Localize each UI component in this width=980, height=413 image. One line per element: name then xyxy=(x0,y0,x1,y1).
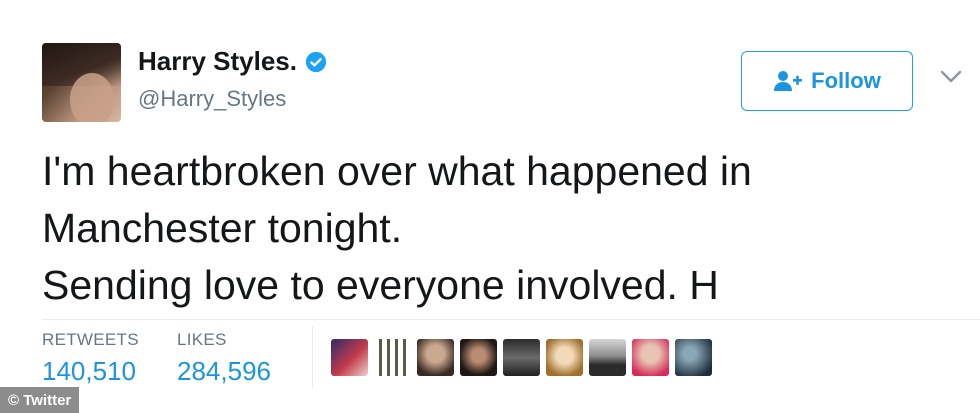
avatar[interactable] xyxy=(42,43,121,122)
chevron-down-icon[interactable] xyxy=(940,70,962,84)
liker-avatar[interactable] xyxy=(632,339,669,376)
retweets-count: 140,510 xyxy=(42,356,136,386)
add-person-icon xyxy=(774,71,803,91)
liker-avatar[interactable] xyxy=(589,339,626,376)
liker-avatar[interactable] xyxy=(460,339,497,376)
liker-avatar[interactable] xyxy=(675,339,712,376)
liker-avatar[interactable] xyxy=(546,339,583,376)
image-credit: © Twitter xyxy=(0,387,80,413)
likes-stat[interactable]: LIKES 284,596 xyxy=(177,330,271,387)
tweet-text: I'm heartbroken over what happened in Ma… xyxy=(42,143,942,314)
follow-button[interactable]: Follow xyxy=(741,51,913,111)
tweet-line: Manchester tonight. xyxy=(42,205,403,251)
liker-avatar[interactable] xyxy=(503,339,540,376)
tweet-line: Sending love to everyone involved. H xyxy=(42,262,719,308)
user-handle[interactable]: @Harry_Styles xyxy=(138,86,286,112)
retweets-label: RETWEETS xyxy=(42,330,139,349)
avatar-face xyxy=(70,73,114,122)
verified-badge-icon xyxy=(305,51,327,72)
name-row: Harry Styles. xyxy=(138,46,327,77)
likers-avatars xyxy=(331,339,712,376)
liker-avatar[interactable] xyxy=(331,339,368,376)
divider xyxy=(42,319,980,320)
retweets-stat[interactable]: RETWEETS 140,510 xyxy=(42,330,139,387)
follow-button-label: Follow xyxy=(811,68,881,93)
likes-count: 284,596 xyxy=(177,356,271,386)
liker-avatar[interactable] xyxy=(374,339,411,376)
liker-avatar[interactable] xyxy=(417,339,454,376)
stats-separator xyxy=(312,326,313,388)
display-name[interactable]: Harry Styles. xyxy=(138,46,297,77)
tweet-line: I'm heartbroken over what happened in xyxy=(42,148,752,194)
likes-label: LIKES xyxy=(177,330,227,349)
